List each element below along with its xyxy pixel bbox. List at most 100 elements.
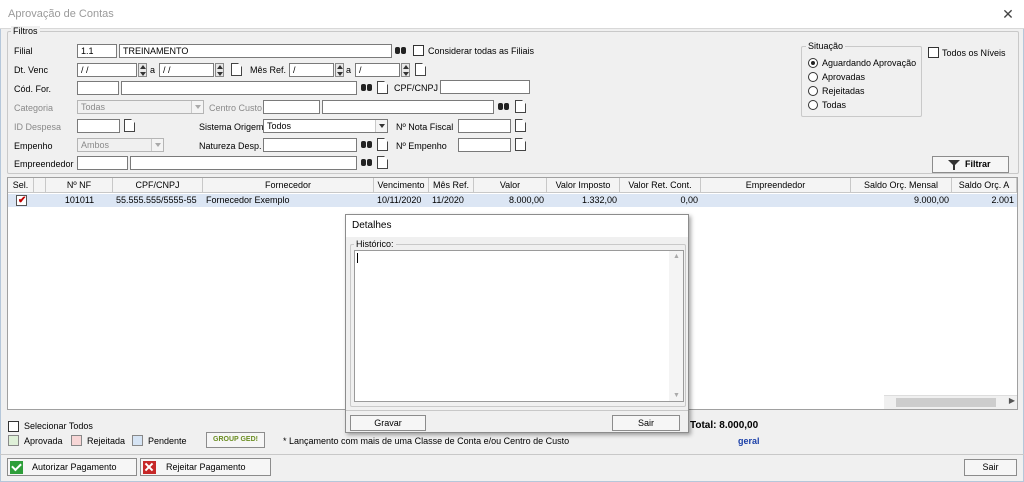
dt-venc-to-input[interactable]: / /	[159, 63, 214, 77]
rejeitar-pagamento-button[interactable]: Rejeitar Pagamento	[140, 458, 271, 476]
col-header-valor[interactable]: Valor	[474, 178, 547, 193]
col-header-valor-imposto[interactable]: Valor Imposto	[547, 178, 620, 193]
document-icon[interactable]	[124, 119, 135, 132]
binoculars-icon[interactable]	[360, 81, 374, 95]
legend-aprovada-label: Aprovada	[24, 436, 63, 446]
filial-name-input[interactable]: TREINAMENTO	[119, 44, 392, 58]
radio-todas[interactable]	[808, 100, 818, 110]
id-despesa-input[interactable]	[77, 119, 120, 133]
empreendedor-name-input[interactable]	[130, 156, 357, 170]
natureza-desp-input[interactable]	[263, 138, 357, 152]
filtrar-label: Filtrar	[965, 159, 991, 169]
mes-ref-to-spinner[interactable]	[401, 63, 410, 77]
arrow-up-icon[interactable]: ▲	[673, 253, 680, 260]
col-header-flag[interactable]	[34, 178, 46, 193]
col-header-cpf-cnpj[interactable]: CPF/CNPJ	[113, 178, 203, 193]
col-header-sel[interactable]: Sel.	[8, 178, 34, 193]
gravar-button[interactable]: Gravar	[350, 415, 426, 431]
binoculars-icon[interactable]	[360, 156, 374, 170]
cell-fornecedor: Fornecedor Exemplo	[206, 195, 290, 205]
col-header-empreendedor[interactable]: Empreendedor	[701, 178, 851, 193]
dialog-sair-button[interactable]: Sair	[612, 415, 680, 431]
mes-ref-from-spinner[interactable]	[335, 63, 344, 77]
legend-pendente-label: Pendente	[148, 436, 187, 446]
calendar-icon[interactable]	[231, 63, 242, 76]
col-header-mes-ref[interactable]: Mês Ref.	[429, 178, 474, 193]
document-icon[interactable]	[377, 81, 388, 94]
radio-aprovadas[interactable]	[808, 72, 818, 82]
selecionar-todos-label: Selecionar Todos	[24, 421, 93, 431]
sistema-origem-select[interactable]: Todos	[263, 119, 388, 133]
chevron-down-icon	[375, 120, 387, 132]
categoria-select[interactable]: Todas	[77, 100, 204, 114]
mes-ref-to-input[interactable]: /	[355, 63, 400, 77]
todos-niveis-label: Todos os Níveis	[942, 48, 1006, 58]
num-empenho-input[interactable]	[458, 138, 511, 152]
radio-aguardando[interactable]	[808, 58, 818, 68]
sair-button[interactable]: Sair	[964, 459, 1017, 476]
cod-for-name-input[interactable]	[121, 81, 357, 95]
footer-note: * Lançamento com mais de uma Classe de C…	[283, 436, 570, 446]
col-header-vencimento[interactable]: Vencimento	[374, 178, 429, 193]
radio-rejeitadas[interactable]	[808, 86, 818, 96]
cell-valor-ret-cont: 0,00	[680, 195, 698, 205]
cpf-cnpj-input[interactable]	[440, 80, 530, 94]
nota-fiscal-input[interactable]	[458, 119, 511, 133]
arrow-right-icon[interactable]: ▶	[1009, 396, 1015, 405]
cell-empreendedor	[701, 194, 851, 207]
cell-saldo-a: 2.001	[991, 195, 1014, 205]
col-header-valor-ret-cont[interactable]: Valor Ret. Cont.	[620, 178, 701, 193]
dt-venc-from-spinner[interactable]	[138, 63, 147, 77]
total-sub-label: geral	[738, 436, 760, 446]
todos-niveis-checkbox[interactable]	[928, 47, 939, 58]
group-ged-button[interactable]: GROUP GED!	[206, 432, 265, 448]
empenho-select[interactable]: Ambos	[77, 138, 164, 152]
row-select-checkbox[interactable]: ✔	[16, 195, 27, 206]
horizontal-scrollbar[interactable]: ▶	[884, 395, 1017, 409]
empreendedor-code-input[interactable]	[77, 156, 128, 170]
binoculars-icon[interactable]	[497, 100, 511, 114]
gravar-label: Gravar	[374, 418, 402, 428]
empenho-label: Empenho	[14, 141, 53, 151]
scrollbar-thumb[interactable]	[896, 398, 996, 407]
col-header-nf[interactable]: Nº NF	[46, 178, 113, 193]
col-header-fornecedor[interactable]: Fornecedor	[203, 178, 374, 193]
autorizar-pagamento-button[interactable]: Autorizar Pagamento	[7, 458, 137, 476]
situacao-legend: Situação	[806, 41, 846, 51]
dt-venc-from-input[interactable]: / /	[77, 63, 137, 77]
filtrar-button[interactable]: Filtrar	[932, 156, 1009, 173]
dt-venc-to-spinner[interactable]	[215, 63, 224, 77]
col-header-saldo-mensal[interactable]: Saldo Orç. Mensal	[851, 178, 952, 193]
consider-all-filiais-label: Considerar todas as Filiais	[428, 46, 535, 56]
binoculars-icon[interactable]	[360, 138, 374, 152]
document-icon[interactable]	[515, 100, 526, 113]
sistema-origem-label: Sistema Origem	[199, 122, 264, 132]
close-icon[interactable]: ✕	[998, 4, 1018, 24]
legend-rejeitada-swatch	[71, 435, 82, 446]
document-icon[interactable]	[377, 156, 388, 169]
cell-nf: 101011	[64, 195, 95, 205]
cod-for-code-input[interactable]	[77, 81, 119, 95]
vertical-scrollbar[interactable]: ▲ ▼	[669, 251, 683, 401]
selecionar-todos-checkbox[interactable]	[8, 421, 19, 432]
historico-textarea[interactable]: ▲ ▼	[354, 250, 684, 402]
mes-ref-from-input[interactable]: /	[289, 63, 334, 77]
filial-code-input[interactable]: 1.1	[77, 44, 117, 58]
document-icon[interactable]	[515, 119, 526, 132]
mes-ref-label: Mês Ref.	[250, 65, 287, 75]
document-icon[interactable]	[515, 138, 526, 151]
legend-aprovada-swatch	[8, 435, 19, 446]
centro-custo-name-input[interactable]	[322, 100, 494, 114]
radio-rejeitadas-label: Rejeitadas	[822, 86, 865, 96]
calendar-icon[interactable]	[415, 63, 426, 76]
categoria-value: Todas	[81, 102, 106, 112]
centro-custo-code-input[interactable]	[263, 100, 320, 114]
col-header-saldo-a[interactable]: Saldo Orç. A	[952, 178, 1017, 193]
natureza-desp-label: Natureza Desp.	[199, 141, 262, 151]
chevron-down-icon	[191, 101, 203, 113]
dt-venc-sep: a	[150, 65, 156, 75]
arrow-down-icon[interactable]: ▼	[673, 392, 680, 399]
document-icon[interactable]	[377, 138, 388, 151]
binoculars-icon[interactable]	[394, 44, 408, 58]
consider-all-filiais-checkbox[interactable]	[413, 45, 424, 56]
